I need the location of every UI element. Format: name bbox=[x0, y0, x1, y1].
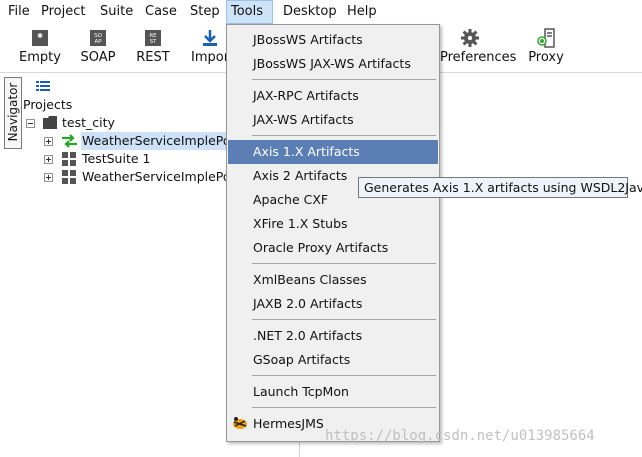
svg-text:✱: ✱ bbox=[37, 32, 43, 40]
tree-root-projects[interactable]: Projects bbox=[23, 96, 72, 114]
tree-item-interface[interactable]: WeatherServiceImplePor bbox=[44, 132, 237, 150]
menu-item-axis1x-artifacts[interactable]: Axis 1.X Artifacts bbox=[228, 140, 438, 164]
menu-item-launch-tcpmon[interactable]: Launch TcpMon bbox=[228, 380, 438, 404]
menu-case[interactable]: Case bbox=[141, 0, 181, 24]
tree-project-row[interactable]: test_city bbox=[26, 114, 186, 132]
import-project-label: Impor bbox=[191, 50, 226, 65]
tooltip: Generates Axis 1.X artifacts using WSDL2… bbox=[358, 177, 642, 198]
import-icon bbox=[203, 30, 217, 46]
menu-bar: File Project Suite Case Step Tools Deskt… bbox=[0, 0, 642, 24]
svg-text:AP: AP bbox=[94, 39, 102, 45]
soap-project-label: SOAP bbox=[80, 50, 116, 65]
interface-label: WeatherServiceImplePor bbox=[81, 132, 237, 150]
rest-project-label: REST bbox=[136, 50, 170, 65]
empty-project-icon: ✱ bbox=[32, 30, 48, 46]
collapse-toggle-icon[interactable] bbox=[26, 119, 35, 128]
menu-help[interactable]: Help bbox=[343, 0, 381, 24]
menu-separator bbox=[252, 407, 436, 408]
menu-tools[interactable]: Tools bbox=[226, 0, 273, 24]
preferences-button[interactable]: Preferences bbox=[440, 24, 517, 72]
expand-toggle-icon[interactable] bbox=[44, 155, 53, 164]
tree-item-testsuite[interactable]: TestSuite 1 bbox=[44, 150, 226, 168]
testsuite-label: TestSuite 1 bbox=[82, 151, 151, 166]
proxy-icon bbox=[537, 28, 555, 48]
tree-item-mockservice[interactable]: WeatherServiceImplePor bbox=[44, 168, 236, 186]
menu-item-xmlbeans-classes[interactable]: XmlBeans Classes bbox=[228, 268, 438, 292]
interface-icon bbox=[62, 134, 77, 148]
expand-toggle-icon[interactable] bbox=[44, 173, 53, 182]
project-label: test_city bbox=[62, 115, 115, 130]
import-project-button[interactable]: Impor bbox=[188, 24, 226, 72]
expand-toggle-icon[interactable] bbox=[44, 137, 53, 146]
navigator-tab[interactable]: Navigator bbox=[4, 77, 22, 149]
menu-project[interactable]: Project bbox=[37, 0, 89, 24]
empty-project-label: Empty bbox=[19, 50, 61, 65]
menu-item-oracle-proxy-artifacts[interactable]: Oracle Proxy Artifacts bbox=[228, 236, 438, 260]
menu-item-dotnet-artifacts[interactable]: .NET 2.0 Artifacts bbox=[228, 324, 438, 348]
gear-icon bbox=[461, 29, 479, 47]
menu-suite[interactable]: Suite bbox=[96, 0, 137, 24]
tools-dropdown-menu: JBossWS Artifacts JBossWS JAX-WS Artifac… bbox=[226, 24, 440, 442]
empty-project-button[interactable]: ✱ Empty bbox=[18, 24, 62, 72]
folder-icon bbox=[43, 116, 57, 129]
collapse-all-icon[interactable] bbox=[36, 81, 50, 91]
mockservice-label: WeatherServiceImplePor bbox=[82, 169, 236, 184]
mockservice-icon bbox=[62, 170, 76, 184]
watermark: https://blog.csdn.net/u013985664 bbox=[325, 428, 595, 444]
menu-item-xfire-stubs[interactable]: XFire 1.X Stubs bbox=[228, 212, 438, 236]
navigator-tab-label: Navigator bbox=[6, 82, 20, 142]
menu-item-jbossws-artifacts[interactable]: JBossWS Artifacts bbox=[228, 28, 438, 52]
menu-item-jaxb-artifacts[interactable]: JAXB 2.0 Artifacts bbox=[228, 292, 438, 316]
menu-separator bbox=[252, 319, 436, 320]
menu-separator bbox=[252, 135, 436, 136]
testsuite-icon bbox=[62, 152, 76, 166]
menu-item-jaxrpc-artifacts[interactable]: JAX-RPC Artifacts bbox=[228, 84, 438, 108]
menu-item-jaxws-artifacts[interactable]: JAX-WS Artifacts bbox=[228, 108, 438, 132]
proxy-button[interactable]: Proxy bbox=[528, 24, 564, 72]
menu-step[interactable]: Step bbox=[186, 0, 224, 24]
menu-desktop[interactable]: Desktop bbox=[279, 0, 341, 24]
soap-project-icon: SO AP bbox=[90, 30, 106, 46]
soap-project-button[interactable]: SO AP SOAP bbox=[78, 24, 118, 72]
menu-item-gsoap-artifacts[interactable]: GSoap Artifacts bbox=[228, 348, 438, 372]
hermesjms-icon bbox=[233, 417, 247, 429]
menu-file[interactable]: File bbox=[4, 0, 34, 24]
proxy-label: Proxy bbox=[528, 50, 564, 65]
menu-item-jbossws-jaxws-artifacts[interactable]: JBossWS JAX-WS Artifacts bbox=[228, 52, 438, 76]
rest-project-button[interactable]: RE ST REST bbox=[134, 24, 172, 72]
menu-separator bbox=[252, 263, 436, 264]
rest-project-icon: RE ST bbox=[145, 30, 161, 46]
menu-separator bbox=[252, 79, 436, 80]
preferences-label: Preferences bbox=[440, 50, 517, 65]
tree-root-label: Projects bbox=[23, 97, 73, 112]
svg-text:ST: ST bbox=[150, 39, 157, 45]
menu-separator bbox=[252, 375, 436, 376]
